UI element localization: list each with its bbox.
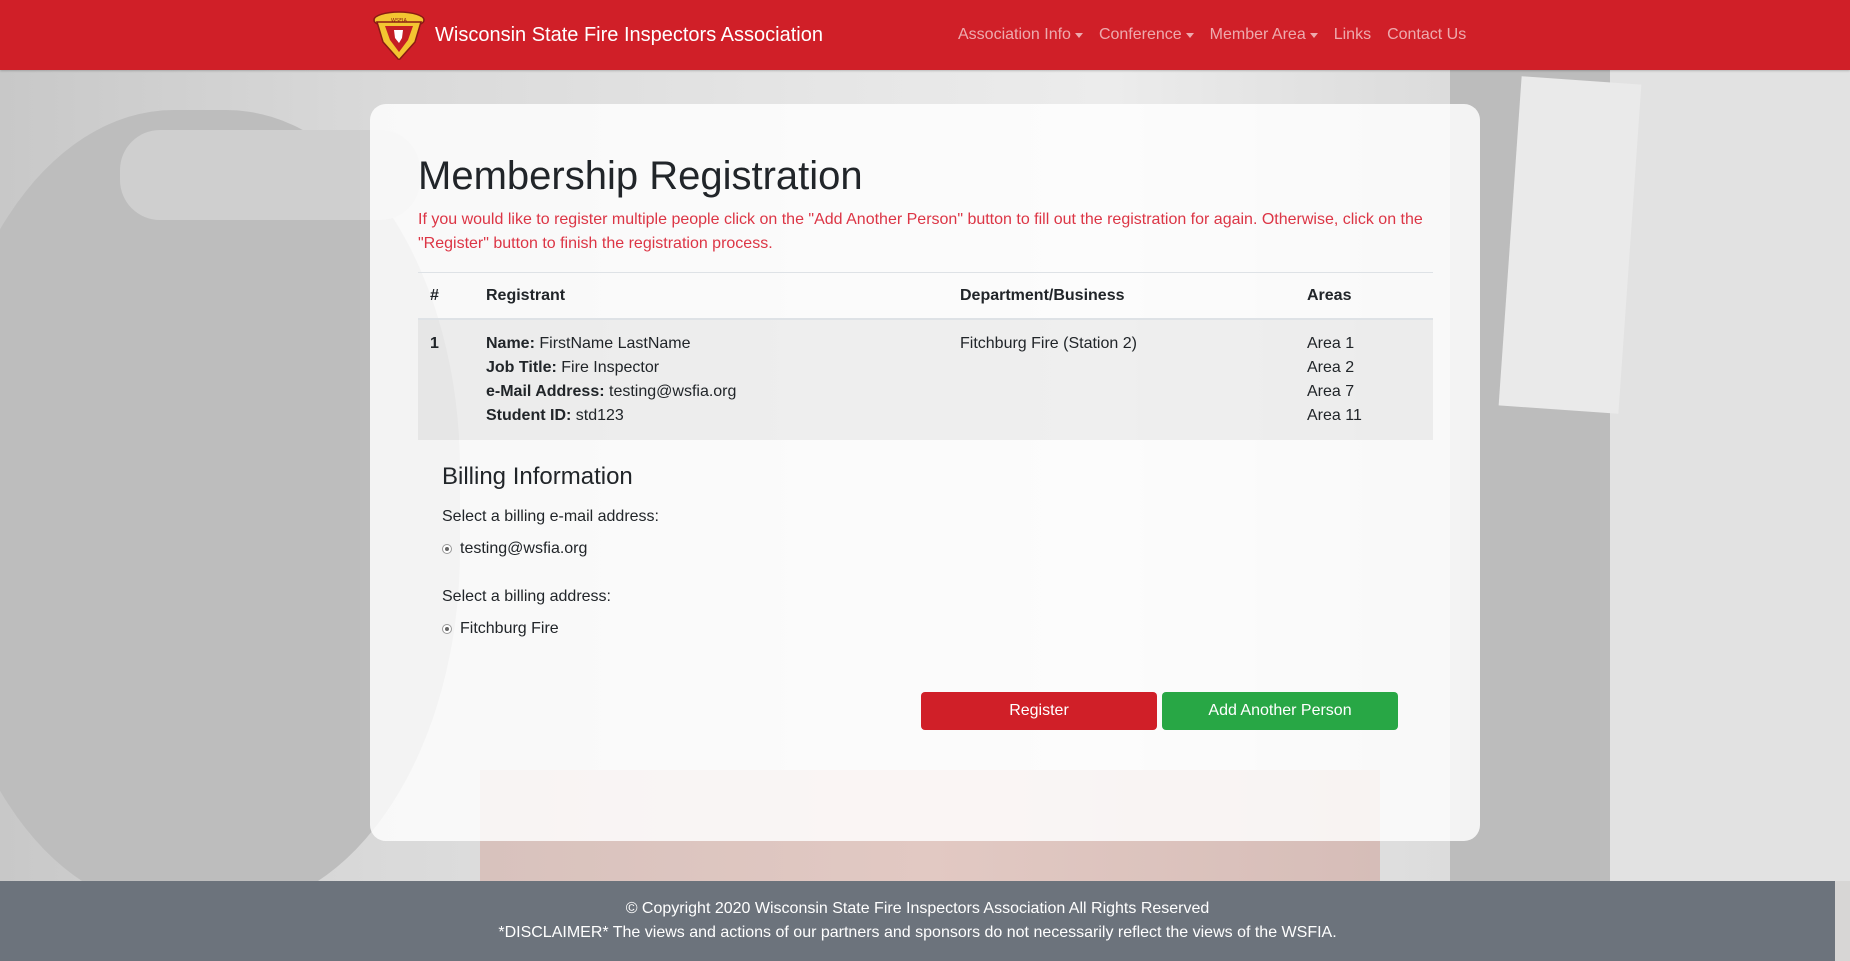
- top-navbar: WSFIA Wisconsin State Fire Inspectors As…: [0, 0, 1850, 70]
- nav-conference[interactable]: Conference: [1091, 26, 1202, 44]
- nav-member-area[interactable]: Member Area: [1202, 26, 1326, 44]
- nav-conference-label: Conference: [1098, 26, 1182, 43]
- billing-email-prompt: Select a billing e-mail address:: [442, 508, 659, 525]
- col-department: Department/Business: [948, 272, 1295, 320]
- name-label: Name:: [486, 335, 535, 352]
- caret-down-icon: [1309, 32, 1318, 38]
- nav-member-area-label: Member Area: [1209, 26, 1306, 43]
- nav-contact-us-label: Contact Us: [1387, 26, 1467, 43]
- name-value: FirstName LastName: [539, 335, 691, 352]
- col-number: #: [418, 272, 474, 320]
- table-row: 1 Name: FirstName LastName Job Title: Fi…: [418, 319, 1433, 440]
- caret-down-icon: [1074, 32, 1083, 38]
- page-footer: © Copyright 2020 Wisconsin State Fire In…: [0, 881, 1835, 961]
- student-id-value: std123: [575, 407, 624, 424]
- disclaimer-text: *DISCLAIMER* The views and actions of ou…: [498, 924, 1337, 941]
- add-another-person-button[interactable]: Add Another Person: [1162, 692, 1398, 730]
- intro-text: If you would like to register multiple p…: [418, 211, 1423, 252]
- email-value: testing@wsfia.org: [609, 383, 737, 400]
- billing-address-option-label: Fitchburg Fire: [460, 620, 559, 637]
- main-nav: Association Info Conference Member Area …: [950, 0, 1474, 70]
- area-item: Area 2: [1307, 359, 1355, 376]
- svg-text:WSFIA: WSFIA: [391, 18, 407, 24]
- registration-card: Membership Registration If you would lik…: [370, 104, 1480, 841]
- nav-links-label: Links: [1333, 26, 1372, 43]
- brand-title: Wisconsin State Fire Inspectors Associat…: [435, 23, 823, 46]
- areas-list: Area 1 Area 2 Area 7 Area 11: [1295, 319, 1433, 440]
- row-number: 1: [418, 319, 474, 440]
- registrant-details: Name: FirstName LastName Job Title: Fire…: [474, 319, 948, 440]
- billing-address-prompt: Select a billing address:: [442, 588, 611, 605]
- caret-down-icon: [1185, 32, 1194, 38]
- register-button[interactable]: Register: [921, 692, 1157, 730]
- billing-address-option[interactable]: Fitchburg Fire: [442, 620, 559, 638]
- department-value: Fitchburg Fire (Station 2): [948, 319, 1295, 440]
- wsfia-logo-icon: WSFIA: [373, 11, 425, 60]
- email-label: e-Mail Address:: [486, 383, 605, 400]
- col-registrant: Registrant: [474, 272, 948, 320]
- page-title: Membership Registration: [418, 154, 863, 198]
- billing-address-radio[interactable]: [442, 624, 452, 634]
- job-title-value: Fire Inspector: [561, 359, 660, 376]
- nav-association-info-label: Association Info: [958, 26, 1071, 43]
- nav-links[interactable]: Links: [1326, 26, 1379, 44]
- table-header-row: # Registrant Department/Business Areas: [418, 272, 1433, 320]
- area-item: Area 11: [1307, 407, 1362, 424]
- area-item: Area 1: [1307, 335, 1355, 352]
- student-id-label: Student ID:: [486, 407, 572, 424]
- billing-email-option-label: testing@wsfia.org: [460, 540, 588, 557]
- brand-link[interactable]: WSFIA Wisconsin State Fire Inspectors As…: [371, 10, 823, 60]
- billing-email-radio[interactable]: [442, 544, 452, 554]
- registrants-table: # Registrant Department/Business Areas 1…: [418, 272, 1433, 440]
- area-item: Area 7: [1307, 383, 1355, 400]
- billing-section: Billing Information Select a billing e-m…: [442, 462, 659, 637]
- billing-heading: Billing Information: [442, 463, 633, 490]
- nav-association-info[interactable]: Association Info: [950, 26, 1091, 44]
- col-areas: Areas: [1295, 272, 1433, 320]
- job-title-label: Job Title:: [486, 359, 557, 376]
- nav-contact-us[interactable]: Contact Us: [1379, 26, 1474, 44]
- copyright-text: © Copyright 2020 Wisconsin State Fire In…: [625, 900, 1210, 917]
- billing-email-option[interactable]: testing@wsfia.org: [442, 540, 587, 558]
